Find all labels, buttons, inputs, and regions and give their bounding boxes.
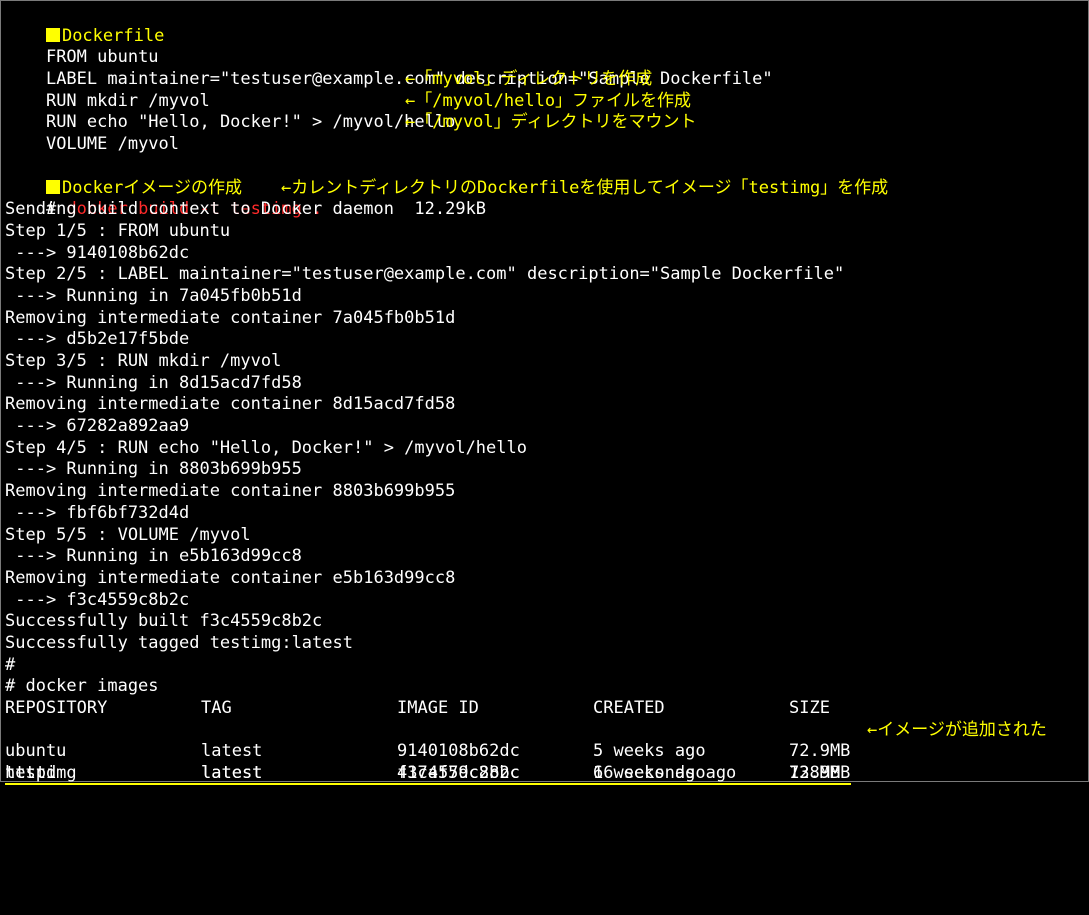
build-output-line: ---> Running in 7a045fb0b51d <box>5 285 302 306</box>
images-command-line: # docker images <box>5 676 159 697</box>
build-output-line: Removing intermediate container 7a045fb0… <box>5 307 456 328</box>
build-output-line: Step 4/5 : RUN echo "Hello, Docker!" > /… <box>5 437 527 458</box>
images-table-row: httpd latest 417af7dc28bc 6 weeks ago 13… <box>5 763 1088 785</box>
cell-repository: ubuntu <box>5 741 67 762</box>
cell-tag: latest <box>201 741 263 762</box>
build-output-line: ---> Running in 8d15acd7fd58 <box>5 372 302 393</box>
build-output-line: Successfully tagged testimg:latest <box>5 632 353 653</box>
build-output-line: ---> 67282a892aa9 <box>5 416 190 437</box>
build-output-line: ---> fbf6bf732d4d <box>5 502 190 523</box>
header-created: CREATED <box>593 698 665 718</box>
build-output-line: ---> d5b2e17f5bde <box>5 329 190 350</box>
build-output: Sending build context to Docker daemon 1… <box>5 199 1088 676</box>
terminal-window[interactable]: Dockerfile FROM ubuntu LABEL maintainer=… <box>0 0 1089 785</box>
build-output-line: Step 2/5 : LABEL maintainer="testuser@ex… <box>5 264 845 285</box>
build-output-line: ---> 9140108b62dc <box>5 242 190 263</box>
build-output-line: ---> Running in e5b163d99cc8 <box>5 546 302 567</box>
build-output-line: Step 3/5 : RUN mkdir /myvol <box>5 351 282 371</box>
build-heading: Dockerイメージの作成 <box>5 156 1088 198</box>
build-output-line: Step 1/5 : FROM ubuntu <box>5 220 231 241</box>
cell-size: 72.9MB <box>789 741 851 762</box>
build-command-annotation: ←カレントディレクトリのDockerfileを使用してイメージ「testimg」… <box>281 177 889 198</box>
header-repository: REPOSITORY <box>5 698 108 718</box>
build-command-line: # docker build -t testimg . ←カレントディレクトリの… <box>5 177 1088 220</box>
build-output-line: Removing intermediate container 8d15acd7… <box>5 394 456 415</box>
dockerfile-line: FROM ubuntu <box>5 26 1088 67</box>
dockerfile-line: LABEL maintainer="testuser@example.com" … <box>5 47 1088 89</box>
build-output-line: Removing intermediate container 8803b699… <box>5 481 456 502</box>
images-table-header: REPOSITORY TAG IMAGE ID CREATED SIZE <box>5 698 1088 720</box>
dockerfile-annotation: ←「myvol」ディレクトリを作成 <box>405 69 653 90</box>
cell-created: 5 weeks ago <box>593 741 706 762</box>
build-output-line: Successfully built f3c4559c8b2c <box>5 611 323 632</box>
header-image-id: IMAGE ID <box>397 698 479 718</box>
build-output-line: ---> f3c4559c8b2c <box>5 589 190 610</box>
dockerfile-heading: Dockerfile <box>5 4 1088 46</box>
header-tag: TAG <box>201 698 232 718</box>
images-table-row: ubuntu latest 9140108b62dc 5 weeks ago 7… <box>5 741 1088 763</box>
images-table-row-highlighted: testimg latest f3c4559c8b2c 16 seconds a… <box>5 719 1088 785</box>
build-output-line: # <box>5 654 16 675</box>
cell-image-id: 9140108b62dc <box>397 741 520 762</box>
dockerfile-line: RUN mkdir /myvol ←「myvol」ディレクトリを作成 <box>5 69 1088 111</box>
build-output-line: Step 5/5 : VOLUME /myvol <box>5 524 251 545</box>
build-output-line: ---> Running in 8803b699b955 <box>5 459 302 480</box>
dockerfile-annotation: ←「/myvol」ディレクトリをマウント <box>405 112 697 133</box>
dockerfile-line: VOLUME /myvol ←「/myvol」ディレクトリをマウント <box>5 112 1088 154</box>
image-added-annotation: ←イメージが追加された <box>867 719 1047 740</box>
dockerfile-line: RUN echo "Hello, Docker!" > /myvol/hello… <box>5 90 1088 133</box>
build-output-line: Sending build context to Docker daemon 1… <box>5 199 487 220</box>
build-output-line: Removing intermediate container e5b163d9… <box>5 567 456 588</box>
header-size: SIZE <box>789 698 830 718</box>
dockerfile-annotation: ←「/myvol/hello」ファイルを作成 <box>405 90 692 111</box>
